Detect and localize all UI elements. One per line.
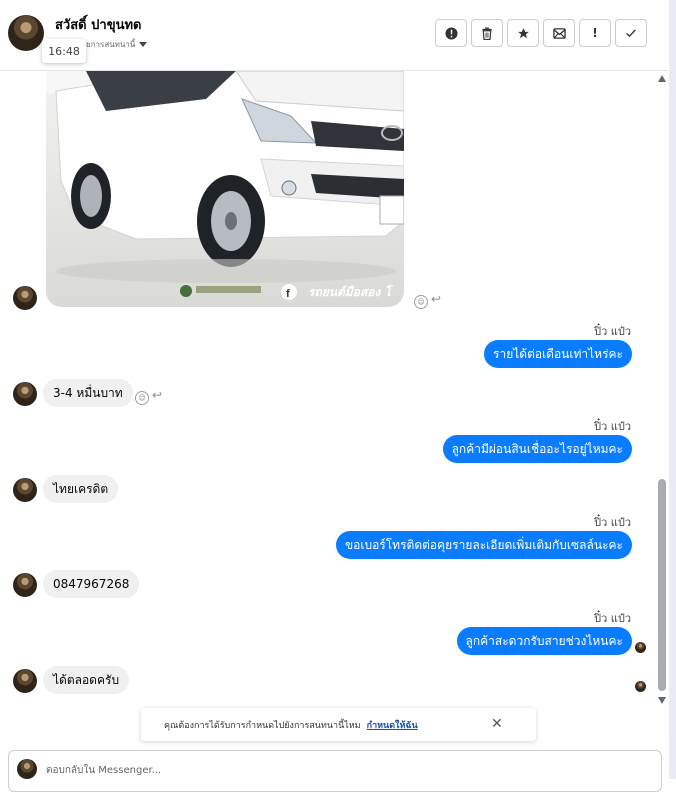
react-icon[interactable]: ☺ <box>414 295 428 309</box>
scrollbar-thumb[interactable] <box>658 479 666 691</box>
mark-unread-button[interactable] <box>543 19 575 47</box>
incoming-message[interactable]: ได้ตลอดครับ <box>43 666 130 694</box>
conversation-header: สวัสดิ์ ปาขุนทด ยการสนทนานี้ 16:48 ! <box>0 0 668 71</box>
svg-text:f: f <box>286 288 290 300</box>
contact-avatar-small <box>13 382 37 406</box>
star-icon <box>517 27 529 38</box>
outgoing-message[interactable]: รายได้ต่อเดือนเท่าไหร่คะ <box>484 340 632 368</box>
contact-avatar-small <box>13 478 37 502</box>
exclamation-icon: ! <box>592 26 598 40</box>
mark-unread-icon <box>552 27 566 39</box>
contact-avatar-small <box>13 573 37 597</box>
react-icon[interactable]: ☺ <box>135 391 149 405</box>
contact-avatar[interactable] <box>8 15 44 51</box>
outgoing-message[interactable]: ลูกค้ามีผ่อนสินเชื่ออะไรอยู่ไหมคะ <box>442 435 632 463</box>
spam-button[interactable]: ! <box>579 19 611 47</box>
mark-done-button[interactable] <box>615 19 647 47</box>
star-button[interactable] <box>507 19 539 47</box>
incoming-message[interactable]: ไทยเครดิต <box>43 475 119 503</box>
incoming-message[interactable]: 3-4 หมื่นบาท <box>43 379 133 407</box>
reply-composer[interactable]: ตอบกลับใน Messenger... <box>8 750 662 792</box>
report-button[interactable] <box>435 19 467 47</box>
assign-to-me-link[interactable]: กำหนดให้ฉัน <box>367 718 418 732</box>
sender-name: ปิ๋ว แป๋ว <box>594 325 631 338</box>
banner-text: คุณต้องการได้รับการกำหนดไปยังการสนทนานี้… <box>164 720 361 731</box>
message-input-placeholder[interactable]: ตอบกลับใน Messenger... <box>46 763 161 778</box>
chevron-down-icon <box>139 42 148 47</box>
contact-avatar-small <box>13 286 37 310</box>
time-tooltip: 16:48 <box>42 39 86 63</box>
car-photo: f <box>46 71 404 307</box>
incoming-message[interactable]: 0847967268 <box>43 570 140 598</box>
alert-circle-icon <box>444 26 458 40</box>
scroll-down-arrow-icon[interactable] <box>658 697 666 704</box>
sender-name: ปิ๋ว แป๋ว <box>594 420 631 433</box>
contact-avatar-small <box>13 669 37 693</box>
assign-banner: คุณต้องการได้รับการกำหนดไปยังการสนทนานี้… <box>141 708 536 741</box>
sender-name: ปิ๋ว แป๋ว <box>594 516 631 529</box>
outgoing-message[interactable]: ลูกค้าสะดวกรับสายช่วงไหนคะ <box>456 627 632 655</box>
close-icon[interactable]: ✕ <box>491 716 503 732</box>
seen-avatar-icon <box>635 681 646 692</box>
page-avatar <box>17 759 37 779</box>
scroll-up-arrow-icon[interactable] <box>658 75 666 82</box>
assign-dropdown[interactable]: ยการสนทนานี้ <box>86 38 148 51</box>
car-photo-attachment[interactable]: f รถยนต์มือสอง โ <box>46 71 404 307</box>
contact-name[interactable]: สวัสดิ์ ปาขุนทด <box>55 14 141 35</box>
window-edge <box>669 0 676 779</box>
image-watermark-text: รถยนต์มือสอง โ <box>308 285 391 299</box>
delete-button[interactable] <box>471 19 503 47</box>
assign-dropdown-label: ยการสนทนานี้ <box>86 40 136 49</box>
trash-icon <box>482 26 492 40</box>
outgoing-message[interactable]: ขอเบอร์โทรติดต่อคุยรายละเอียดเพิ่มเติมกั… <box>335 531 632 559</box>
sender-name: ปิ๋ว แป๋ว <box>594 612 631 625</box>
reply-icon[interactable]: ↩ <box>431 292 441 306</box>
seen-avatar-icon <box>635 642 646 653</box>
reply-icon[interactable]: ↩ <box>152 388 162 402</box>
check-icon <box>626 29 636 38</box>
